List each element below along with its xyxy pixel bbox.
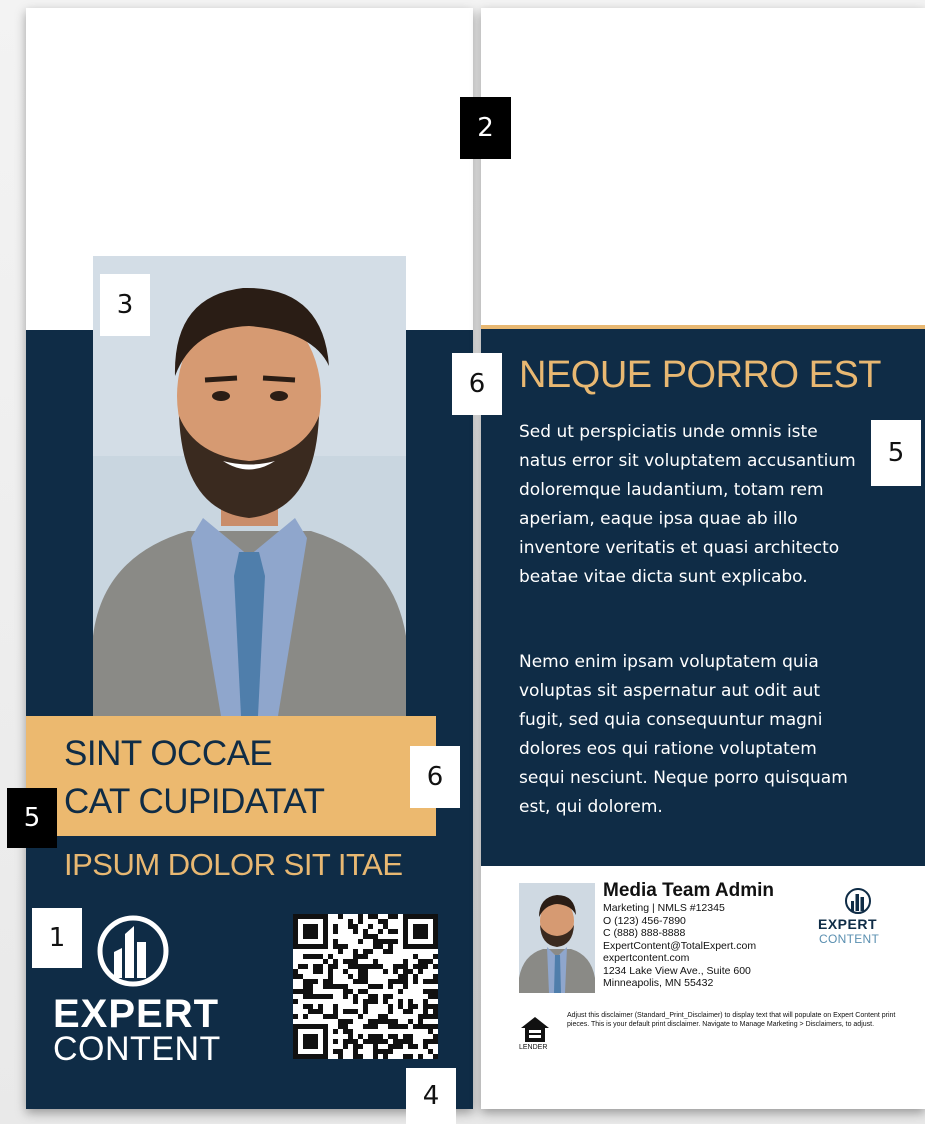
contact-name: Media Team Admin <box>603 880 775 901</box>
subtitle: IPSUM DOLOR SIT ITAE <box>64 847 403 882</box>
expert-content-logo-icon <box>94 912 172 994</box>
title-line-2: CAT CUPIDATAT <box>64 782 325 821</box>
contact-line: C (888) 888-8888 <box>603 927 686 939</box>
body-paragraph-1: Sed ut perspiciatis unde omnis iste natu… <box>519 422 856 587</box>
contact-line: Marketing | NMLS #12345 <box>603 902 725 914</box>
marker-3: 3 <box>100 274 150 336</box>
disclaimer: Adjust this disclaimer (Standard_Print_D… <box>567 1012 896 1028</box>
body-paragraph-2: Nemo enim ipsam voluptatem quia voluptas… <box>519 652 848 817</box>
marker-5-right: 5 <box>871 420 921 486</box>
contact-line: expertcontent.com <box>603 952 690 964</box>
contact-line: 1234 Lake View Ave., Suite 600 <box>603 964 751 977</box>
marker-6-left: 6 <box>410 746 460 808</box>
left-page: SINT OCCAE CAT CUPIDATAT IPSUM DOLOR SIT… <box>26 8 473 1109</box>
contact-details: Marketing | NMLS #12345 O (123) 456-7890… <box>603 902 756 990</box>
small-logo-word-expert: EXPERT <box>818 916 878 932</box>
small-logo-word-content: CONTENT <box>819 932 880 946</box>
contact-avatar <box>519 883 595 993</box>
housing-label: LENDER <box>519 1044 548 1051</box>
marker-4: 4 <box>406 1068 456 1124</box>
marker-6-right: 6 <box>452 353 502 415</box>
right-heading: NEQUE PORRO EST <box>519 354 882 396</box>
contact-line: O (123) 456-7890 <box>603 914 686 927</box>
contact-line: Minneapolis, MN 55432 <box>603 977 714 989</box>
marker-5-left: 5 <box>7 788 57 848</box>
contact-line: ExpertContent@TotalExpert.com <box>603 939 757 952</box>
equal-housing-lender-icon <box>517 1014 553 1048</box>
title-line-1: SINT OCCAE <box>64 734 273 773</box>
logo-word-content: CONTENT <box>53 1030 221 1068</box>
small-expert-logo-icon <box>843 886 873 920</box>
marker-1: 1 <box>32 908 82 968</box>
marker-2: 2 <box>460 97 511 159</box>
qr-code-icon <box>293 914 438 1059</box>
right-page: NEQUE PORRO EST Sed ut perspiciatis unde… <box>481 8 925 1109</box>
